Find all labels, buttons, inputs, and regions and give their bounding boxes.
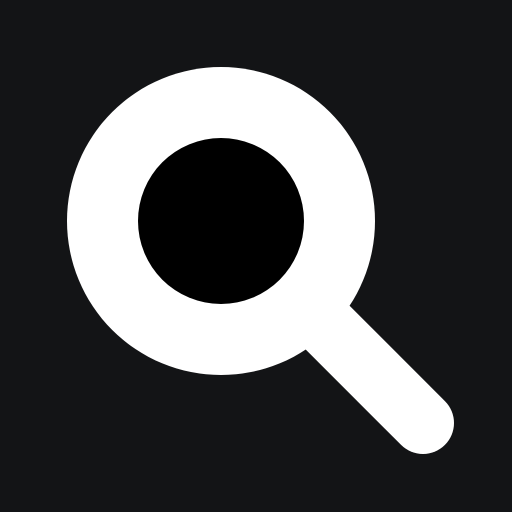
app-icon-canvas bbox=[0, 0, 512, 512]
search-icon bbox=[67, 67, 454, 454]
magnifier-lens bbox=[138, 138, 304, 304]
